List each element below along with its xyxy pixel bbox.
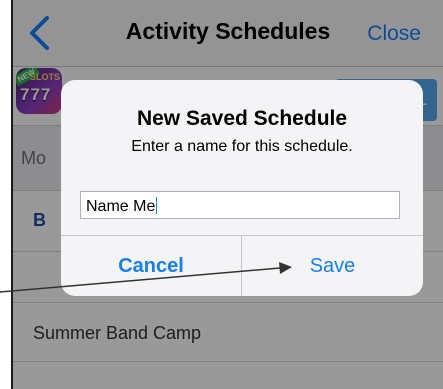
new-schedule-alert: New Saved Schedule Enter a name for this… <box>61 80 423 296</box>
schedule-name-value: Name Me <box>86 198 156 215</box>
save-button[interactable]: Save <box>242 236 423 296</box>
app-screen: Activity Schedules Close NEW SLOTS 777 L… <box>13 0 443 389</box>
cancel-button[interactable]: Cancel <box>61 236 241 296</box>
schedule-name-input[interactable]: Name Me <box>80 191 400 219</box>
alert-message: Enter a name for this schedule. <box>131 138 353 155</box>
alert-title: New Saved Schedule <box>136 107 348 130</box>
text-caret <box>156 197 158 214</box>
left-margin <box>0 0 10 389</box>
